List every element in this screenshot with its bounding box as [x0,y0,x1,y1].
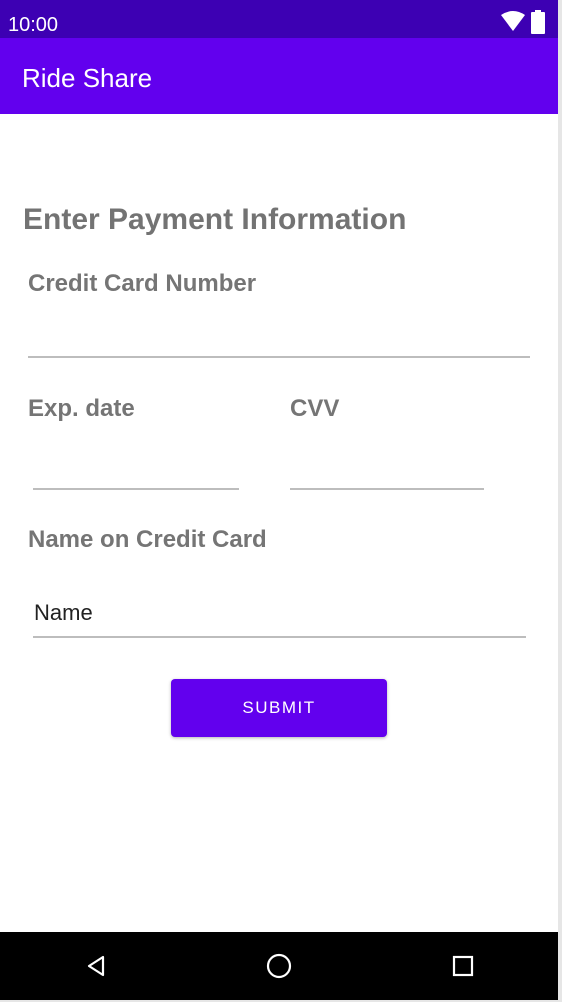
submit-button[interactable]: SUBMIT [171,679,387,737]
app-title: Ride Share [22,63,153,93]
recents-icon [452,955,474,977]
exp-date-field[interactable] [33,452,239,490]
navigation-bar [0,932,558,1000]
cvv-field[interactable] [290,452,484,490]
back-button[interactable] [74,944,118,988]
page-heading: Enter Payment Information [23,203,407,236]
home-icon [266,953,292,979]
back-icon [87,955,105,977]
status-time: 10:00 [8,14,59,36]
recents-button[interactable] [441,944,485,988]
name-on-card-field[interactable] [33,590,526,638]
app-bar: Ride Share [0,38,558,114]
cvv-label: CVV [290,395,340,422]
wifi-icon [501,11,525,31]
status-bar: 10:00 [0,0,558,38]
phone-screen: 10:00 Ride Share Enter Payment Informati… [0,0,558,1000]
name-on-card-label: Name on Credit Card [28,526,267,553]
home-button[interactable] [257,944,301,988]
battery-icon [531,10,545,34]
exp-date-label: Exp. date [28,395,135,422]
card-number-field[interactable] [28,320,530,358]
card-number-label: Credit Card Number [28,270,257,297]
